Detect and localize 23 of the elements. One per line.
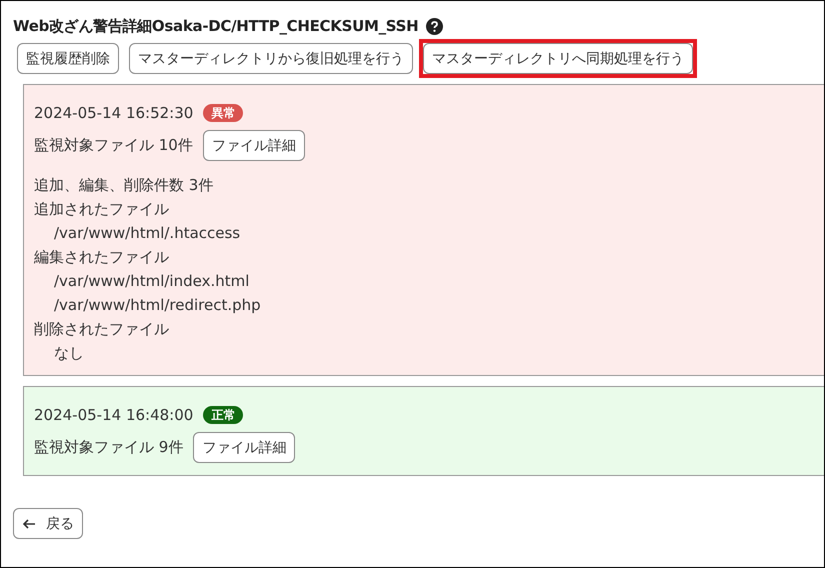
timestamp: 2024-05-14 16:48:00: [34, 406, 194, 424]
action-button[interactable]: マスターディレクトリから復旧処理を行う: [129, 43, 413, 74]
file-detail-button[interactable]: ファイル詳細: [193, 432, 296, 463]
status-badge: 異常: [203, 104, 244, 122]
file-detail-button[interactable]: ファイル詳細: [202, 130, 305, 161]
group-heading: 削除されたファイル: [34, 319, 170, 340]
file-path: /var/www/html/redirect.php: [53, 295, 262, 316]
back-button[interactable]: 戻る: [13, 508, 83, 539]
arrow-left-icon: [22, 518, 36, 528]
timestamp: 2024-05-14 16:52:30: [34, 104, 194, 122]
change-summary: 追加、編集、削除件数 3件: [34, 175, 214, 196]
file-count: 監視対象ファイル 10件: [34, 136, 193, 155]
action-button[interactable]: 監視履歴削除: [17, 43, 119, 74]
status-badge: 正常: [203, 406, 244, 424]
group-heading: 編集されたファイル: [34, 247, 170, 268]
file-path: なし: [53, 343, 85, 364]
group-heading: 追加されたファイル: [34, 199, 170, 220]
file-path: /var/www/html/.htaccess: [53, 223, 242, 244]
file-count: 監視対象ファイル 9件: [34, 438, 184, 457]
help-icon[interactable]: [426, 18, 444, 34]
page-title: Web改ざん警告詳細Osaka-DC/HTTP_CHECKSUM_SSH: [13, 16, 418, 36]
file-path: /var/www/html/index.html: [53, 271, 250, 292]
action-button[interactable]: マスターディレクトリへ同期処理を行う: [423, 43, 693, 74]
